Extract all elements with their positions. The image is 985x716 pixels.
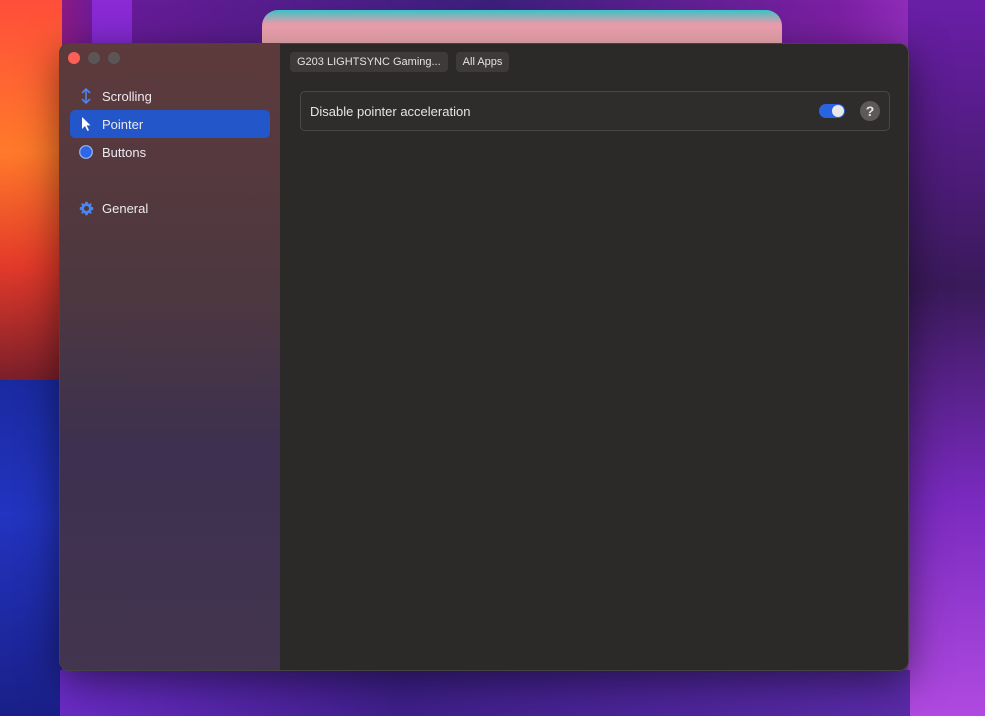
app-window: Scrolling Pointer Buttons General G203 L…: [59, 43, 909, 671]
sidebar-item-general[interactable]: General: [70, 194, 270, 222]
sidebar-nav: Scrolling Pointer Buttons General: [70, 82, 270, 222]
sidebar-item-label: Pointer: [102, 116, 144, 132]
window-controls: [68, 52, 120, 64]
close-window-button[interactable]: [68, 52, 80, 64]
wallpaper-blue-left: [0, 380, 62, 716]
help-button[interactable]: ?: [860, 101, 880, 121]
wallpaper-bottom: [60, 670, 910, 716]
sidebar-item-scrolling[interactable]: Scrolling: [70, 82, 270, 110]
disable-acceleration-toggle[interactable]: [819, 104, 845, 118]
circle-button-icon: [78, 144, 94, 160]
sidebar-item-label: General: [102, 200, 149, 216]
sidebar-item-pointer[interactable]: Pointer: [70, 110, 270, 138]
minimize-window-button[interactable]: [88, 52, 100, 64]
toggle-knob: [832, 105, 844, 117]
cursor-arrow-icon: [78, 116, 94, 132]
maximize-window-button[interactable]: [108, 52, 120, 64]
sidebar-item-label: Scrolling: [102, 88, 152, 104]
toolbar: G203 LIGHTSYNC Gaming... All Apps: [290, 52, 510, 72]
wallpaper-right: [908, 0, 985, 716]
sidebar-item-buttons[interactable]: Buttons: [70, 138, 270, 166]
setting-label: Disable pointer acceleration: [310, 103, 471, 119]
arrow-up-down-icon: [78, 88, 94, 104]
setting-row-disable-acceleration: Disable pointer acceleration ?: [300, 91, 890, 131]
sidebar-item-label: Buttons: [102, 144, 147, 160]
gear-icon: [78, 200, 94, 216]
wallpaper-neon-left: [0, 0, 62, 380]
device-selector[interactable]: G203 LIGHTSYNC Gaming...: [290, 52, 448, 72]
main-panel: G203 LIGHTSYNC Gaming... All Apps Disabl…: [280, 44, 908, 670]
sidebar: Scrolling Pointer Buttons General: [60, 44, 280, 670]
app-scope-selector[interactable]: All Apps: [455, 52, 510, 72]
